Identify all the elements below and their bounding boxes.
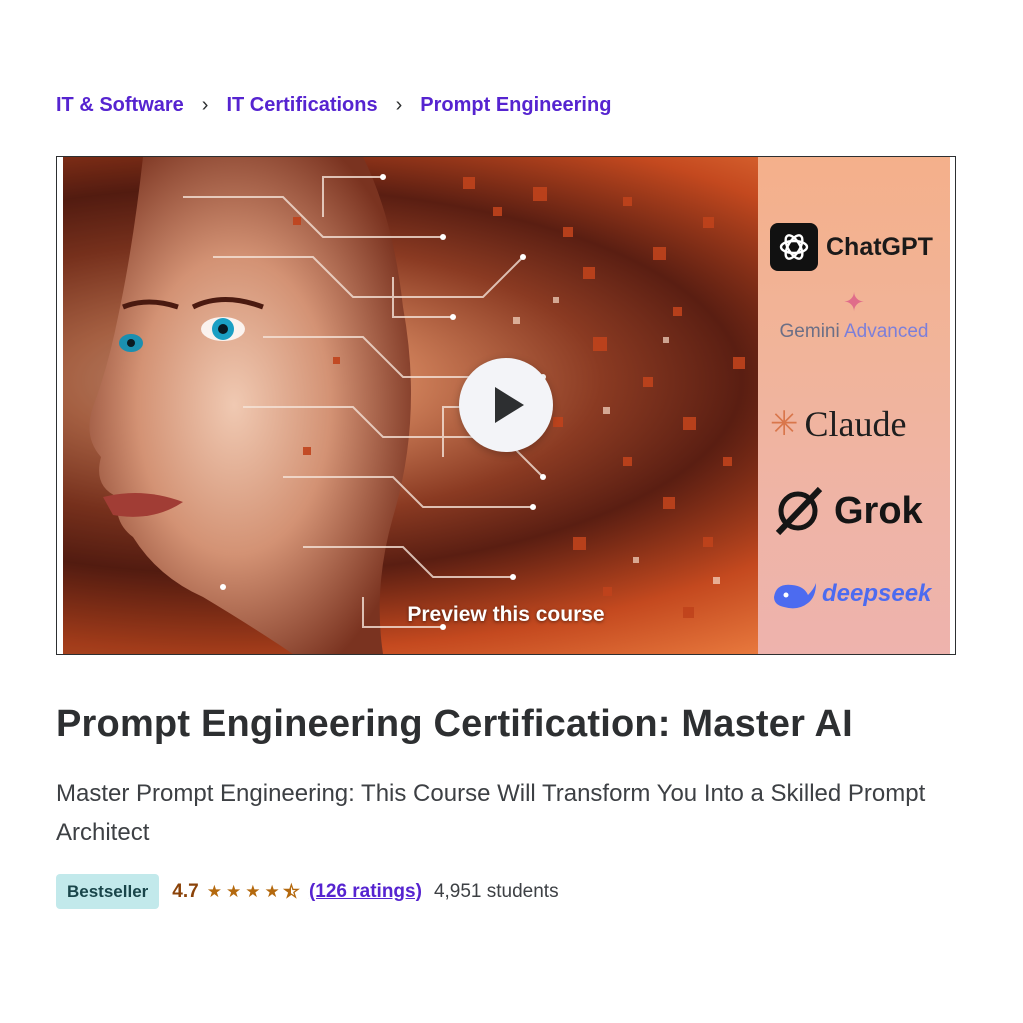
claude-text: Claude [804,404,907,444]
breadcrumb-it-software[interactable]: IT & Software [56,94,184,117]
half-star-icon: ★ [283,882,300,900]
grok-logo: Grok [770,483,923,539]
openai-icon [770,223,818,271]
claude-logo: ✳ Claude [770,403,906,445]
bestseller-badge: Bestseller [56,874,160,909]
preview-course-label[interactable]: Preview this course [57,603,955,627]
claude-asterisk-icon: ✳ [770,405,799,443]
grok-icon [775,486,823,536]
rating-value: 4.7 [172,880,199,902]
ai-logos-panel: ChatGPT ✦ Gemini Advanced ✳ Claude Grok [758,157,950,654]
students-count: 4,951 students [433,880,559,902]
course-preview-video[interactable]: ChatGPT ✦ Gemini Advanced ✳ Claude Grok [56,156,956,655]
star-icon: ★ [264,882,280,901]
grok-text: Grok [834,489,923,532]
star-rating: ★ ★ ★ ★ ★ [206,882,303,901]
course-meta: Bestseller 4.7 ★ ★ ★ ★ ★ (126 ratings) 4… [56,874,559,909]
gemini-advanced-text: Advanced [843,321,929,342]
breadcrumb: IT & Software › IT Certifications › Prom… [56,94,611,117]
chatgpt-text: ChatGPT [826,232,933,261]
chatgpt-logo: ChatGPT [770,223,933,271]
course-subtitle: Master Prompt Engineering: This Course W… [56,780,926,846]
breadcrumb-it-certifications[interactable]: IT Certifications [226,94,377,117]
chevron-right-icon: › [395,94,403,116]
gemini-logo: ✦ Gemini Advanced [770,289,938,343]
gemini-sparkle-icon: ✦ [843,287,865,317]
chevron-right-icon: › [201,94,209,116]
gemini-text: Gemini [779,321,840,342]
star-icon: ★ [245,882,261,901]
star-icon: ★ [225,882,242,901]
star-icon: ★ [206,882,222,901]
play-icon [495,387,524,423]
play-button[interactable] [459,358,553,452]
ratings-link[interactable]: (126 ratings) [309,881,422,903]
course-title: Prompt Engineering Certification: Master… [56,703,853,745]
breadcrumb-prompt-engineering[interactable]: Prompt Engineering [420,94,611,117]
